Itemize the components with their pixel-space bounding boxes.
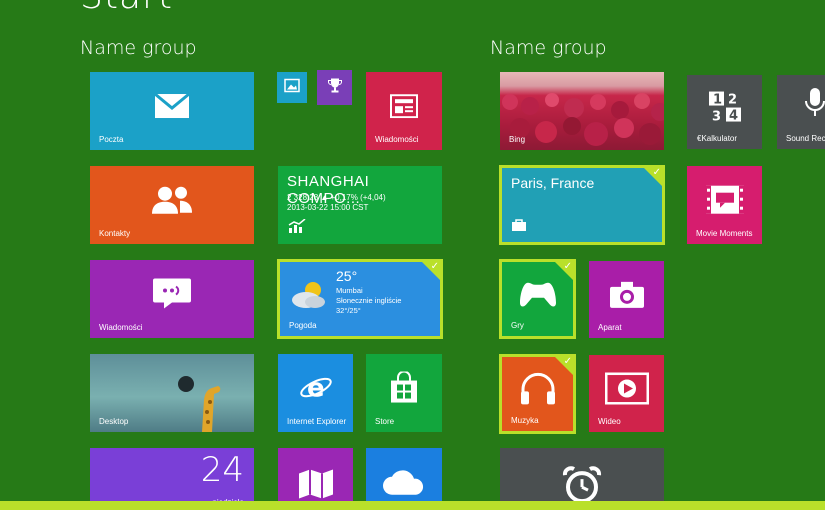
tile-photos[interactable] [277,72,307,103]
weather-city: Mumbai [336,286,363,295]
tile-label: Wideo [598,417,621,426]
tile-label: Wiadomości [375,135,419,144]
weather-temperature: 25° [336,268,358,284]
tile-label: Kontakty [99,229,131,238]
calendar-day: 24 [200,450,244,490]
tile-internet-explorer[interactable]: e Internet Explorer [278,354,353,432]
bottom-accent-bar [0,501,825,510]
svg-text:e: e [307,374,325,404]
play-icon [604,371,649,409]
finance-timestamp: 2013-03-22 15:00 CST [287,203,369,212]
desktop-wallpaper-giraffe [172,372,232,432]
tile-label: €Kalkulator [697,134,738,143]
weather-range: 32°/25° [336,306,361,315]
tile-messaging[interactable]: Wiadomości [90,260,254,338]
headphones-icon [520,371,556,410]
store-bag-icon [389,370,419,409]
trophy-icon [327,77,343,98]
tile-store[interactable]: Store [366,354,442,432]
microphone-icon [805,87,825,124]
stock-chart-icon [288,218,306,238]
tile-desktop[interactable]: Desktop [90,354,254,432]
tile-label: Internet Explorer [287,417,347,426]
people-icon [151,185,193,220]
selected-check-icon: ✓ [563,356,572,367]
tile-label: Gry [511,321,524,330]
travel-destination: Paris, France [511,175,595,191]
selected-check-icon: ✓ [430,261,439,272]
tile-label: Wiadomości [99,323,143,332]
camera-icon [609,280,645,313]
tile-movie-moments[interactable]: Movie Moments [687,166,762,244]
calculator-icon: 1 2 3 4 [708,91,742,128]
tile-camera[interactable]: Aparat [589,261,664,338]
map-icon [298,469,334,504]
tile-calculator[interactable]: 1 2 3 4 €Kalkulator [687,75,762,149]
tile-label: Store [375,417,395,426]
chat-icon [152,278,192,315]
selected-check-icon: ✓ [563,261,572,272]
photos-icon [284,78,300,97]
tile-label: Movie Moments [696,229,753,238]
tile-news[interactable]: Wiadomości [366,72,442,150]
tile-video[interactable]: Wideo [589,355,664,432]
internet-explorer-icon: e [299,372,333,409]
svg-text:2: 2 [728,93,737,108]
tile-label: Bing [509,135,526,144]
svg-text:4: 4 [729,109,738,123]
tile-label: Muzyka [511,416,539,425]
mail-icon [154,92,190,124]
tile-xbox-games[interactable]: ✓ Gry [499,259,576,339]
tile-label: Aparat [598,323,622,332]
tile-finance[interactable]: SHANGHAI COMPO... 2 328,28 ▲ +0,17% (+4,… [278,166,442,244]
tile-label: Desktop [99,417,129,426]
game-controller-icon [519,279,557,314]
tile-label: Sound Reco [786,134,825,143]
tile-music[interactable]: ✓ Muzyka [499,354,576,434]
tile-mail[interactable]: Poczta [90,72,254,150]
tile-label: Poczta [99,135,124,144]
weather-condition: Słonecznie ingliście [336,296,402,305]
svg-text:3: 3 [712,110,721,123]
tile-label: Pogoda [289,321,317,330]
tile-travel[interactable]: ✓ Paris, France [499,165,665,245]
selected-check-icon: ✓ [652,167,661,178]
start-title: Start [80,0,173,17]
partly-cloudy-icon [289,280,329,315]
cloud-icon [382,470,426,501]
film-speech-icon [705,185,745,220]
news-icon [390,94,418,123]
svg-text:1: 1 [713,93,722,108]
tile-games-trophy[interactable] [317,70,352,105]
suitcase-icon [511,218,527,236]
tile-bing[interactable]: Bing [500,72,664,150]
tile-weather[interactable]: ✓ 25° Mumbai Słonecznie ingliście 32°/25… [277,259,443,339]
finance-value: 2 328,28 ▲ +0,17% (+4,04) [287,193,386,202]
tile-contacts[interactable]: Kontakty [90,166,254,244]
group-title-1[interactable]: Name group [80,37,197,59]
tile-sound-recorder[interactable]: Sound Reco [777,75,825,149]
group-title-2[interactable]: Name group [490,37,607,59]
